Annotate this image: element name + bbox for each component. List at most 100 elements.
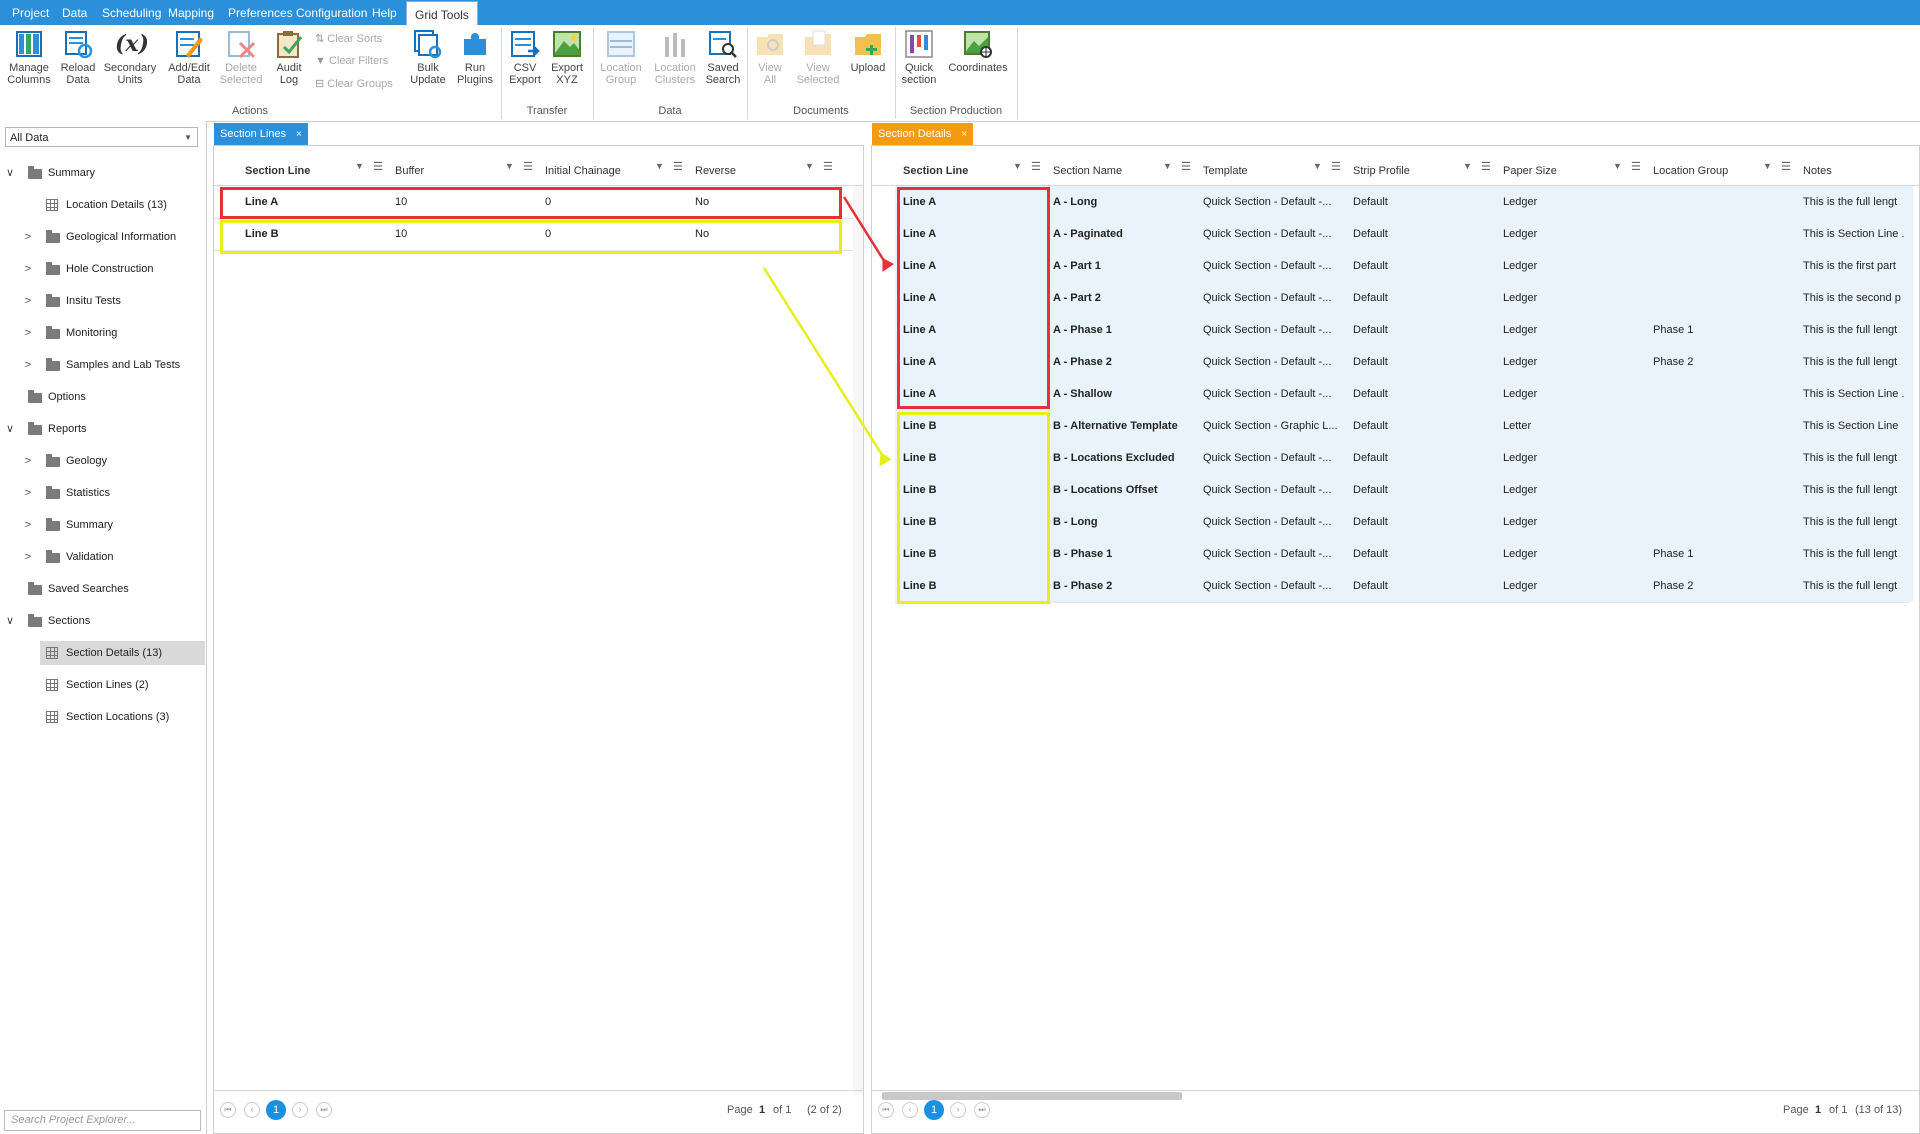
table-cell[interactable]: Default bbox=[1353, 442, 1499, 474]
table-cell[interactable]: This is the first part bbox=[1803, 250, 1907, 282]
table-cell[interactable]: Quick Section - Default -... bbox=[1203, 570, 1349, 602]
table-cell[interactable]: Default bbox=[1353, 570, 1499, 602]
table-cell[interactable]: This is the full lengt bbox=[1803, 346, 1907, 378]
table-cell[interactable]: This is the full lengt bbox=[1803, 442, 1907, 474]
tree-item[interactable]: > Monitoring bbox=[0, 321, 205, 345]
table-cell[interactable]: Default bbox=[1353, 346, 1499, 378]
tree-item[interactable]: > Validation bbox=[0, 545, 205, 569]
table-cell[interactable]: Ledger bbox=[1503, 378, 1649, 410]
table-cell[interactable]: Ledger bbox=[1503, 442, 1649, 474]
filter-icon[interactable]: ▼ bbox=[355, 161, 364, 171]
location-group-button[interactable]: Location Group bbox=[598, 29, 644, 86]
table-cell[interactable]: A - Long bbox=[1053, 186, 1199, 218]
table-cell[interactable] bbox=[1653, 378, 1799, 410]
filter-icon[interactable]: ▼ bbox=[805, 161, 814, 171]
column-header[interactable]: Section Name bbox=[1053, 157, 1122, 185]
table-cell[interactable]: This is the full lengt bbox=[1803, 538, 1907, 570]
table-cell[interactable] bbox=[1653, 410, 1799, 442]
table-cell[interactable]: Quick Section - Default -... bbox=[1203, 506, 1349, 538]
export-xyz-button[interactable]: Export XYZ bbox=[548, 29, 586, 86]
chevron-right-icon[interactable]: > bbox=[22, 321, 34, 345]
table-cell[interactable]: Phase 1 bbox=[1653, 314, 1799, 346]
table-cell[interactable]: This is Section Line bbox=[1803, 410, 1907, 442]
delete-selected-button[interactable]: Delete Selected bbox=[218, 29, 264, 86]
filter-icon[interactable]: ▼ bbox=[505, 161, 514, 171]
table-cell[interactable]: Default bbox=[1353, 282, 1499, 314]
table-cell[interactable] bbox=[1653, 250, 1799, 282]
table-cell[interactable] bbox=[1653, 442, 1799, 474]
table-cell[interactable]: Phase 1 bbox=[1653, 538, 1799, 570]
column-menu-icon[interactable]: ☰ bbox=[1181, 160, 1191, 173]
table-cell[interactable] bbox=[1653, 218, 1799, 250]
column-header[interactable]: Notes bbox=[1803, 157, 1832, 185]
table-cell[interactable]: Quick Section - Default -... bbox=[1203, 314, 1349, 346]
last-page-icon[interactable]: ⏭ bbox=[316, 1102, 332, 1118]
manage-columns-button[interactable]: Manage Columns bbox=[4, 29, 54, 86]
table-cell[interactable]: This is the full lengt bbox=[1803, 506, 1907, 538]
column-menu-icon[interactable]: ☰ bbox=[1631, 160, 1641, 173]
column-header[interactable]: Strip Profile bbox=[1353, 157, 1410, 185]
chevron-right-icon[interactable]: > bbox=[22, 289, 34, 313]
tree-item[interactable]: ∨ Sections bbox=[0, 609, 205, 633]
column-header[interactable]: Reverse bbox=[695, 157, 736, 185]
first-page-icon[interactable]: ⏮ bbox=[878, 1102, 894, 1118]
reload-data-button[interactable]: Reload Data bbox=[58, 29, 98, 86]
view-selected-button[interactable]: View Selected bbox=[794, 29, 842, 86]
saved-search-button[interactable]: Saved Search bbox=[704, 29, 742, 86]
table-cell[interactable]: Ledger bbox=[1503, 570, 1649, 602]
table-cell[interactable]: This is the second p bbox=[1803, 282, 1907, 314]
table-cell[interactable]: This is the full lengt bbox=[1803, 570, 1907, 602]
tree-item[interactable]: Section Locations (3) bbox=[0, 705, 205, 729]
bulk-update-button[interactable]: Bulk Update bbox=[408, 29, 448, 86]
column-menu-icon[interactable]: ☰ bbox=[523, 160, 533, 173]
table-cell[interactable] bbox=[1653, 186, 1799, 218]
table-cell[interactable]: A - Phase 1 bbox=[1053, 314, 1199, 346]
view-all-button[interactable]: View All bbox=[752, 29, 788, 86]
current-page-button[interactable]: 1 bbox=[924, 1100, 944, 1120]
table-cell[interactable]: Ledger bbox=[1503, 314, 1649, 346]
chevron-right-icon[interactable]: > bbox=[22, 513, 34, 537]
tree-item[interactable]: Options bbox=[0, 385, 205, 409]
clear-filters-button[interactable]: ▼ Clear Filters bbox=[315, 55, 388, 67]
filter-icon[interactable]: ▼ bbox=[1013, 161, 1022, 171]
column-header[interactable]: Template bbox=[1203, 157, 1248, 185]
filter-icon[interactable]: ▼ bbox=[1763, 161, 1772, 171]
last-page-icon[interactable]: ⏭ bbox=[974, 1102, 990, 1118]
location-clusters-button[interactable]: Location Clusters bbox=[650, 29, 700, 86]
table-cell[interactable]: Default bbox=[1353, 314, 1499, 346]
menu-data[interactable]: Data bbox=[54, 0, 95, 25]
column-header[interactable]: Location Group bbox=[1653, 157, 1728, 185]
current-page-button[interactable]: 1 bbox=[266, 1100, 286, 1120]
table-cell[interactable]: Quick Section - Graphic L... bbox=[1203, 410, 1349, 442]
table-cell[interactable]: Quick Section - Default -... bbox=[1203, 250, 1349, 282]
chevron-down-icon[interactable]: ∨ bbox=[4, 609, 16, 633]
horizontal-scrollbar-thumb[interactable] bbox=[882, 1092, 1182, 1100]
clear-groups-button[interactable]: ⊟ Clear Groups bbox=[315, 77, 393, 90]
chevron-right-icon[interactable]: > bbox=[22, 257, 34, 281]
tree-item[interactable]: Location Details (13) bbox=[0, 193, 205, 217]
table-cell[interactable]: A - Part 2 bbox=[1053, 282, 1199, 314]
table-cell[interactable]: Ledger bbox=[1503, 282, 1649, 314]
menu-mapping[interactable]: Mapping bbox=[160, 0, 222, 25]
tree-item[interactable]: ∨ Summary bbox=[0, 161, 205, 185]
column-menu-icon[interactable]: ☰ bbox=[1031, 160, 1041, 173]
column-header[interactable]: Buffer bbox=[395, 157, 424, 185]
chevron-right-icon[interactable]: > bbox=[22, 353, 34, 377]
table-cell[interactable]: Ledger bbox=[1503, 186, 1649, 218]
menu-grid-tools[interactable]: Grid Tools bbox=[406, 1, 478, 27]
table-cell[interactable] bbox=[1653, 282, 1799, 314]
menu-help[interactable]: Help bbox=[364, 0, 405, 25]
column-menu-icon[interactable]: ☰ bbox=[673, 160, 683, 173]
table-cell[interactable]: B - Locations Offset bbox=[1053, 474, 1199, 506]
column-header[interactable]: Paper Size bbox=[1503, 157, 1557, 185]
run-plugins-button[interactable]: Run Plugins bbox=[454, 29, 496, 86]
table-cell[interactable] bbox=[1653, 506, 1799, 538]
table-cell[interactable]: Ledger bbox=[1503, 474, 1649, 506]
table-cell[interactable]: B - Phase 2 bbox=[1053, 570, 1199, 602]
table-cell[interactable]: A - Paginated bbox=[1053, 218, 1199, 250]
table-cell[interactable]: Letter bbox=[1503, 410, 1649, 442]
table-cell[interactable]: Quick Section - Default -... bbox=[1203, 218, 1349, 250]
table-cell[interactable]: Default bbox=[1353, 410, 1499, 442]
next-page-icon[interactable]: › bbox=[292, 1102, 308, 1118]
table-cell[interactable]: Quick Section - Default -... bbox=[1203, 186, 1349, 218]
